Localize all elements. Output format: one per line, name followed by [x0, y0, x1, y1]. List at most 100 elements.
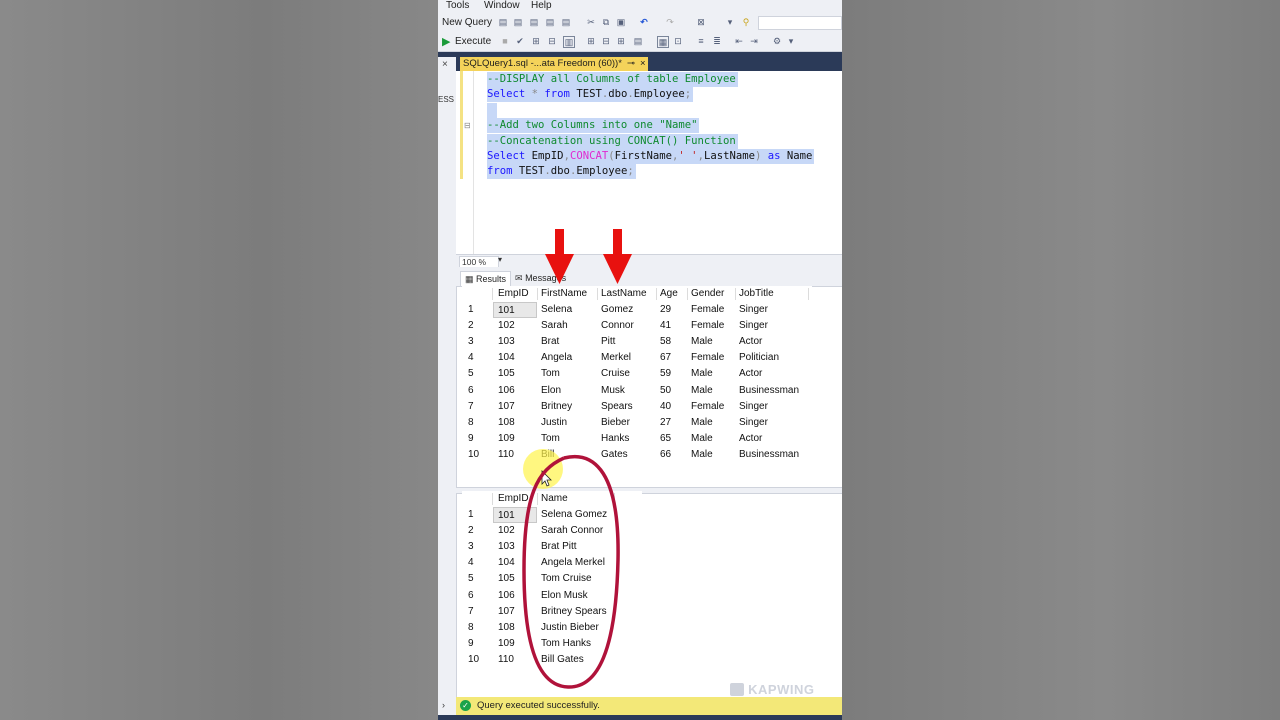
table-cell[interactable]: Male: [691, 334, 713, 350]
zoom-dropdown-icon[interactable]: ▾: [498, 255, 502, 264]
column-separator[interactable]: [597, 288, 598, 300]
table-cell[interactable]: 41: [660, 318, 671, 334]
table-cell[interactable]: Singer: [739, 302, 768, 318]
table-cell[interactable]: Sarah: [541, 318, 568, 334]
undo-icon[interactable]: ↶: [639, 17, 649, 27]
search-box[interactable]: [758, 16, 842, 30]
table-row[interactable]: 6 106 Elon Musk: [462, 588, 642, 604]
close-tab-icon[interactable]: ×: [640, 57, 646, 71]
menu-help[interactable]: Help: [531, 0, 552, 11]
row-number[interactable]: 10: [468, 652, 479, 668]
row-number[interactable]: 3: [468, 334, 474, 350]
table-cell[interactable]: Male: [691, 415, 713, 431]
table-cell[interactable]: Gomez: [601, 302, 633, 318]
table-row[interactable]: 1 101 Selena Gomez 29 Female Singer: [462, 302, 812, 318]
table-cell[interactable]: Sarah Connor: [541, 523, 603, 539]
table-row[interactable]: 3 103 Brat Pitt: [462, 539, 642, 555]
table-cell[interactable]: Singer: [739, 318, 768, 334]
table-row[interactable]: 3 103 Brat Pitt 58 Male Actor: [462, 334, 812, 350]
row-number[interactable]: 2: [468, 318, 474, 334]
column-separator[interactable]: [687, 288, 688, 300]
query-options-icon[interactable]: ⊟: [547, 36, 557, 46]
table-cell[interactable]: Britney Spears: [541, 604, 607, 620]
query-editor[interactable]: ⊟ --DISPLAY all Columns of table Employe…: [456, 71, 842, 254]
table-cell[interactable]: 66: [660, 447, 671, 463]
xmla-query-icon[interactable]: ▤: [545, 17, 555, 27]
include-plan-icon[interactable]: ⊞: [586, 36, 596, 46]
tab-sqlquery1[interactable]: SQLQuery1.sql -...ata Freedom (60))* ⊸ ×: [460, 57, 648, 71]
table-cell[interactable]: Elon Musk: [541, 588, 588, 604]
row-number[interactable]: 8: [468, 620, 474, 636]
table-cell[interactable]: Elon: [541, 383, 561, 399]
table-cell[interactable]: Selena: [541, 302, 572, 318]
table-cell[interactable]: Bieber: [601, 415, 630, 431]
table-cell[interactable]: Spears: [601, 399, 633, 415]
table-cell[interactable]: 102: [498, 523, 515, 539]
table-cell[interactable]: 110: [498, 447, 514, 463]
table-cell[interactable]: 65: [660, 431, 671, 447]
column-header[interactable]: Gender: [691, 286, 724, 302]
column-header[interactable]: JobTitle: [739, 286, 774, 302]
table-cell[interactable]: Female: [691, 350, 724, 366]
table-row[interactable]: 7 107 Britney Spears 40 Female Singer: [462, 399, 812, 415]
table-cell[interactable]: 108: [498, 620, 515, 636]
row-number[interactable]: 1: [468, 507, 474, 523]
table-cell[interactable]: Brat Pitt: [541, 539, 577, 555]
decrease-indent-icon[interactable]: ⇤: [734, 36, 744, 46]
table-cell[interactable]: Bill Gates: [541, 652, 584, 668]
table-cell[interactable]: Tom: [541, 431, 560, 447]
mdx-query-icon[interactable]: ▤: [513, 17, 523, 27]
tab-messages[interactable]: ✉ Messages: [511, 271, 570, 285]
uncomment-icon[interactable]: ≣: [712, 36, 722, 46]
table-cell[interactable]: 58: [660, 334, 671, 350]
table-cell[interactable]: Pitt: [601, 334, 615, 350]
collapse-icon[interactable]: ⊟: [464, 121, 471, 130]
table-cell[interactable]: 101: [493, 507, 537, 523]
row-number[interactable]: 10: [468, 447, 479, 463]
table-cell[interactable]: Britney: [541, 399, 572, 415]
column-separator[interactable]: [537, 493, 538, 505]
table-cell[interactable]: Male: [691, 431, 713, 447]
column-separator[interactable]: [614, 493, 615, 505]
tab-results[interactable]: ▦ Results: [460, 271, 512, 286]
column-header[interactable]: Name: [541, 491, 568, 507]
table-cell[interactable]: Hanks: [601, 431, 629, 447]
table-row[interactable]: 2 102 Sarah Connor 41 Female Singer: [462, 318, 812, 334]
table-row[interactable]: 5 105 Tom Cruise: [462, 571, 642, 587]
table-cell[interactable]: 50: [660, 383, 671, 399]
panel-expand-icon[interactable]: ›: [442, 700, 445, 710]
table-cell[interactable]: 103: [498, 334, 515, 350]
table-row[interactable]: 4 104 Angela Merkel 67 Female Politician: [462, 350, 812, 366]
intellisense-icon[interactable]: ▥: [563, 36, 575, 48]
column-separator[interactable]: [492, 493, 493, 505]
table-cell[interactable]: Male: [691, 383, 713, 399]
table-cell[interactable]: 105: [498, 366, 515, 382]
table-row[interactable]: 7 107 Britney Spears: [462, 604, 642, 620]
row-number[interactable]: 8: [468, 415, 474, 431]
row-number[interactable]: 2: [468, 523, 474, 539]
row-number[interactable]: 1: [468, 302, 474, 318]
parse-icon[interactable]: ✔: [515, 36, 525, 46]
row-number[interactable]: 3: [468, 539, 474, 555]
row-number[interactable]: 4: [468, 350, 474, 366]
table-cell[interactable]: Angela: [541, 350, 572, 366]
table-cell[interactable]: Actor: [739, 334, 762, 350]
table-cell[interactable]: Tom Cruise: [541, 571, 592, 587]
table-cell[interactable]: 102: [498, 318, 515, 334]
table-cell[interactable]: 110: [498, 652, 514, 668]
specify-values-icon[interactable]: ⚙: [772, 36, 782, 46]
window-icon[interactable]: ⊠: [696, 17, 706, 27]
cut-icon[interactable]: ✂: [586, 17, 596, 27]
table-row[interactable]: 8 108 Justin Bieber 27 Male Singer: [462, 415, 812, 431]
dropdown-icon[interactable]: ▾: [725, 17, 735, 27]
plan-icon[interactable]: ⊞: [531, 36, 541, 46]
menu-window[interactable]: Window: [484, 0, 520, 11]
table-cell[interactable]: Female: [691, 302, 724, 318]
table-cell[interactable]: 27: [660, 415, 671, 431]
table-cell[interactable]: Connor: [601, 318, 634, 334]
client-stats-icon[interactable]: ⊞: [616, 36, 626, 46]
table-cell[interactable]: 104: [498, 555, 515, 571]
live-stats-icon[interactable]: ⊟: [601, 36, 611, 46]
table-cell[interactable]: 59: [660, 366, 671, 382]
row-number[interactable]: 7: [468, 399, 474, 415]
